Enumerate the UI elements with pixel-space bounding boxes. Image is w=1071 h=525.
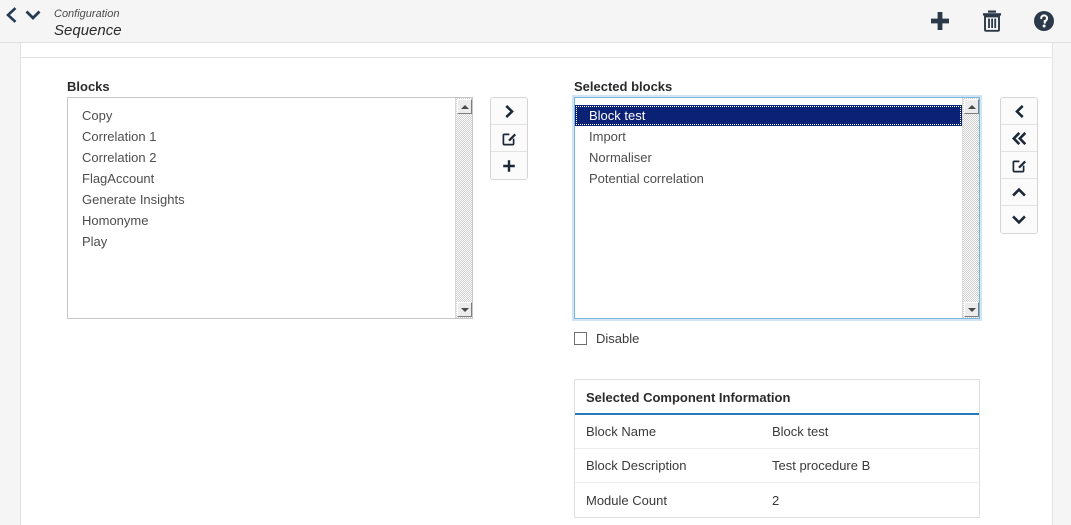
scroll-down-icon[interactable] <box>457 302 472 317</box>
back-chevron-icon[interactable] <box>0 4 22 26</box>
plus-icon <box>928 9 952 33</box>
transfer-buttons <box>490 97 528 180</box>
plus-icon <box>502 159 516 173</box>
edit-selected-button[interactable] <box>1001 152 1037 179</box>
scroll-up-icon[interactable] <box>457 99 472 114</box>
edit-square-icon <box>1012 158 1027 173</box>
blocks-listbox[interactable]: Copy Correlation 1 Correlation 2 FlagAcc… <box>67 97 473 319</box>
list-item[interactable]: Import <box>575 126 962 147</box>
list-item[interactable]: Play <box>68 231 455 252</box>
chevron-right-icon <box>503 104 516 118</box>
move-right-button[interactable] <box>491 98 527 125</box>
help-button[interactable] <box>1031 8 1057 34</box>
edit-square-icon <box>502 131 517 146</box>
right-gutter <box>1053 43 1071 525</box>
content-divider <box>21 57 1052 58</box>
reorder-buttons <box>1000 97 1038 234</box>
add-block-button[interactable] <box>491 152 527 179</box>
info-key: Module Count <box>586 492 667 508</box>
move-down-button[interactable] <box>1001 206 1037 233</box>
list-item[interactable]: Normaliser <box>575 147 962 168</box>
blocks-scrollbar[interactable] <box>455 98 472 318</box>
delete-button[interactable] <box>979 8 1005 34</box>
list-item-selected[interactable]: Block test <box>575 105 962 126</box>
left-gutter <box>0 43 20 525</box>
disable-checkbox-label: Disable <box>596 331 640 346</box>
info-key: Block Name <box>586 424 657 439</box>
disable-checkbox-row[interactable]: Disable <box>574 331 639 346</box>
scroll-up-icon[interactable] <box>964 99 979 114</box>
selected-blocks-listbox[interactable]: Block test Import Normaliser Potential c… <box>574 97 980 319</box>
chevron-double-left-icon <box>1011 131 1028 145</box>
list-item[interactable]: Copy <box>68 105 455 126</box>
list-item[interactable]: Correlation 2 <box>68 147 455 168</box>
info-key: Block Description <box>586 458 687 473</box>
blocks-label: Blocks <box>67 79 110 94</box>
table-row: Module Count 2 <box>575 483 979 517</box>
disable-checkbox[interactable] <box>574 332 587 345</box>
chevron-left-icon <box>1013 104 1026 118</box>
move-up-button[interactable] <box>1001 179 1037 206</box>
info-value: Test procedure B <box>772 458 871 473</box>
chevron-down-icon[interactable] <box>22 4 44 26</box>
table-row: Block Description Test procedure B <box>575 449 979 483</box>
list-item[interactable]: FlagAccount <box>68 168 455 189</box>
page-title: Sequence <box>54 22 122 39</box>
app-header: Configuration Sequence <box>0 0 1071 43</box>
table-row: Block Name Block test <box>575 415 979 449</box>
chevron-up-icon <box>1012 186 1026 198</box>
list-item[interactable]: Homonyme <box>68 210 455 231</box>
selected-list-items: Block test Import Normaliser Potential c… <box>575 98 962 318</box>
add-button[interactable] <box>927 8 953 34</box>
list-item[interactable]: Generate Insights <box>68 189 455 210</box>
chevron-down-icon <box>1012 214 1026 226</box>
help-circle-icon <box>1032 9 1056 33</box>
blocks-list-items: Copy Correlation 1 Correlation 2 FlagAcc… <box>68 98 455 318</box>
list-item[interactable]: Potential correlation <box>575 168 962 189</box>
header-nav-icons <box>0 4 46 28</box>
selected-component-information: Selected Component Information Block Nam… <box>574 379 980 518</box>
info-value: 2 <box>772 492 780 508</box>
move-left-button[interactable] <box>1001 98 1037 125</box>
breadcrumb-parent: Configuration <box>54 8 120 20</box>
selected-scrollbar[interactable] <box>962 98 979 318</box>
info-value: Block test <box>772 424 829 439</box>
list-item[interactable]: Correlation 1 <box>68 126 455 147</box>
scroll-down-icon[interactable] <box>964 302 979 317</box>
info-table-title: Selected Component Information <box>575 379 979 415</box>
edit-block-button[interactable] <box>491 125 527 152</box>
move-all-left-button[interactable] <box>1001 125 1037 152</box>
trash-icon <box>981 9 1003 33</box>
breadcrumb: Configuration Sequence <box>54 7 122 40</box>
header-actions <box>927 2 1057 40</box>
selected-blocks-label: Selected blocks <box>574 79 673 94</box>
